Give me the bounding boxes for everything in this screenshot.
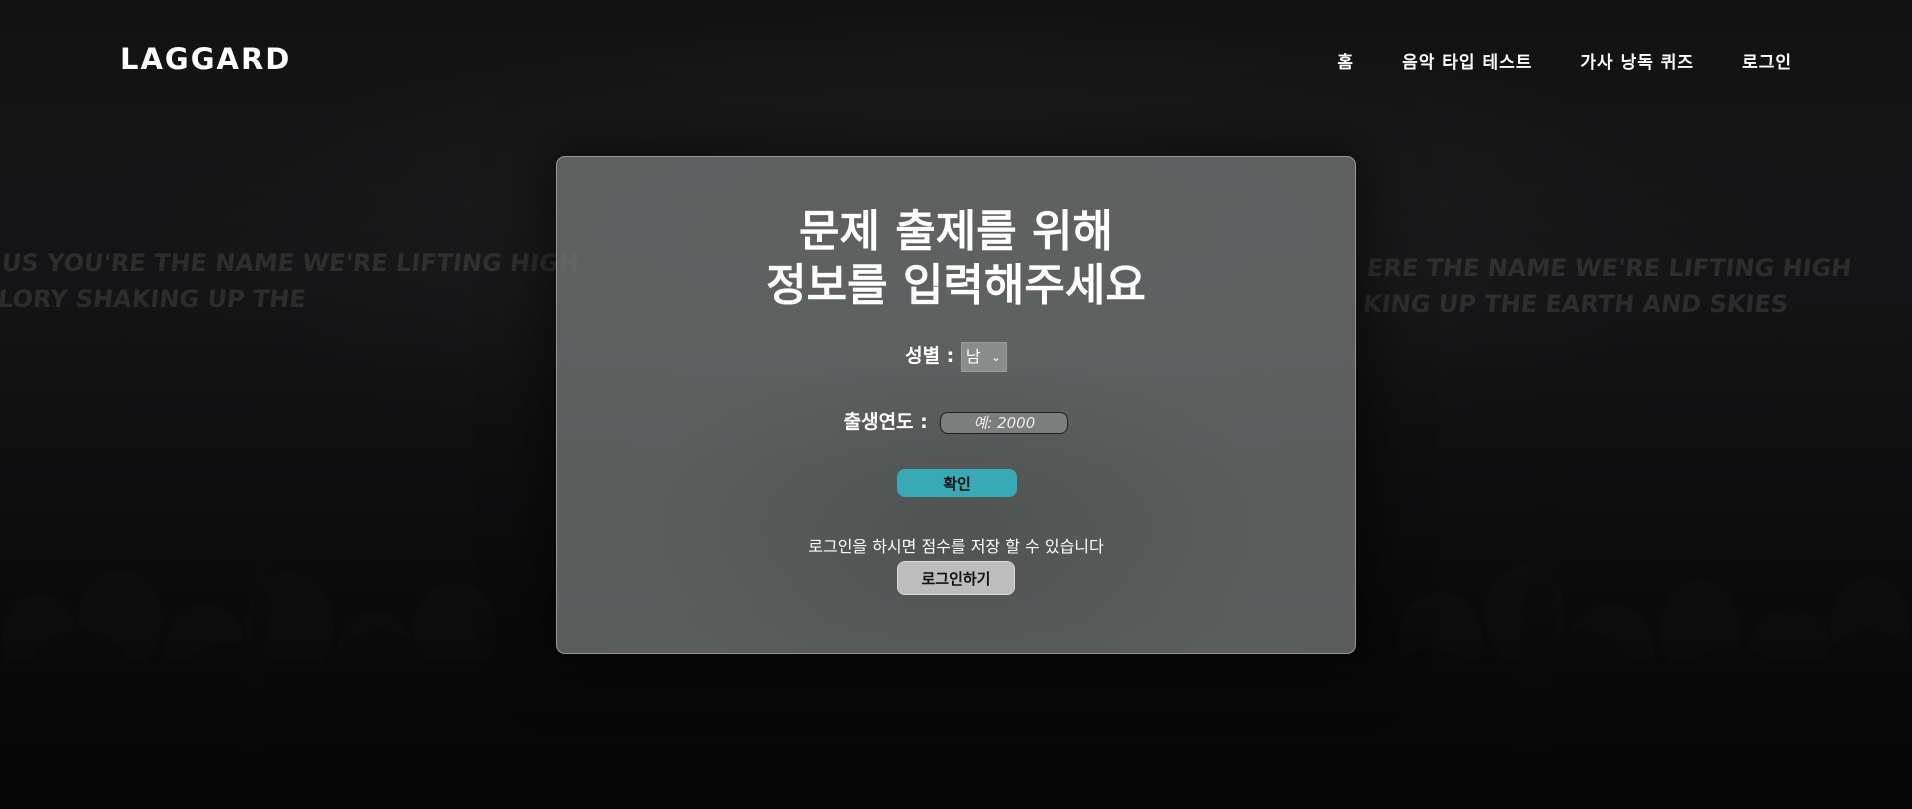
login-hint-text: 로그인을 하시면 점수를 저장 할 수 있습니다 — [808, 537, 1104, 556]
gender-selected-value: 남 — [965, 346, 981, 366]
nav-link-login[interactable]: 로그인 — [1742, 48, 1792, 73]
top-navigation: LAGGARD 홈 음악 타입 테스트 가사 낭독 퀴즈 로그인 — [0, 0, 1912, 120]
gender-row: 성별 : 남 ⌄ — [557, 341, 1355, 372]
login-button[interactable]: 로그인하기 — [897, 561, 1015, 595]
confirm-button[interactable]: 확인 — [897, 469, 1017, 497]
birth-year-input[interactable] — [940, 411, 1069, 434]
page: US YOU'RE THE NAME WE'RE LIFTING HIGH LO… — [0, 0, 1912, 809]
background-banner-text-left: US YOU'RE THE NAME WE'RE LIFTING HIGH LO… — [0, 249, 581, 313]
birth-year-label: 출생연도 : — [843, 411, 928, 433]
gender-select[interactable]: 남 ⌄ — [960, 341, 1007, 372]
card-title: 문제 출제를 위해 정보를 입력해주세요 — [557, 205, 1355, 313]
card-title-line-2: 정보를 입력해주세요 — [766, 260, 1146, 311]
card-title-line-1: 문제 출제를 위해 — [799, 206, 1113, 257]
nav-menu: 홈 음악 타입 테스트 가사 낭독 퀴즈 로그인 — [1289, 48, 1792, 73]
background-banner-text-right: ERE THE NAME WE'RE LIFTING HIGH KING UP … — [1361, 254, 1853, 318]
gender-label: 성별 : — [905, 345, 955, 367]
birth-year-row: 출생연도 : — [557, 407, 1355, 434]
nav-link-lyrics-quiz[interactable]: 가사 낭독 퀴즈 — [1580, 48, 1694, 73]
user-info-card: 문제 출제를 위해 정보를 입력해주세요 성별 : 남 ⌄ 출생연도 : 확인 … — [556, 156, 1356, 654]
chevron-down-icon: ⌄ — [990, 349, 1001, 364]
brand-logo[interactable]: LAGGARD — [120, 42, 291, 76]
nav-link-home[interactable]: 홈 — [1337, 48, 1354, 73]
nav-link-music-type-test[interactable]: 음악 타입 테스트 — [1402, 48, 1532, 73]
